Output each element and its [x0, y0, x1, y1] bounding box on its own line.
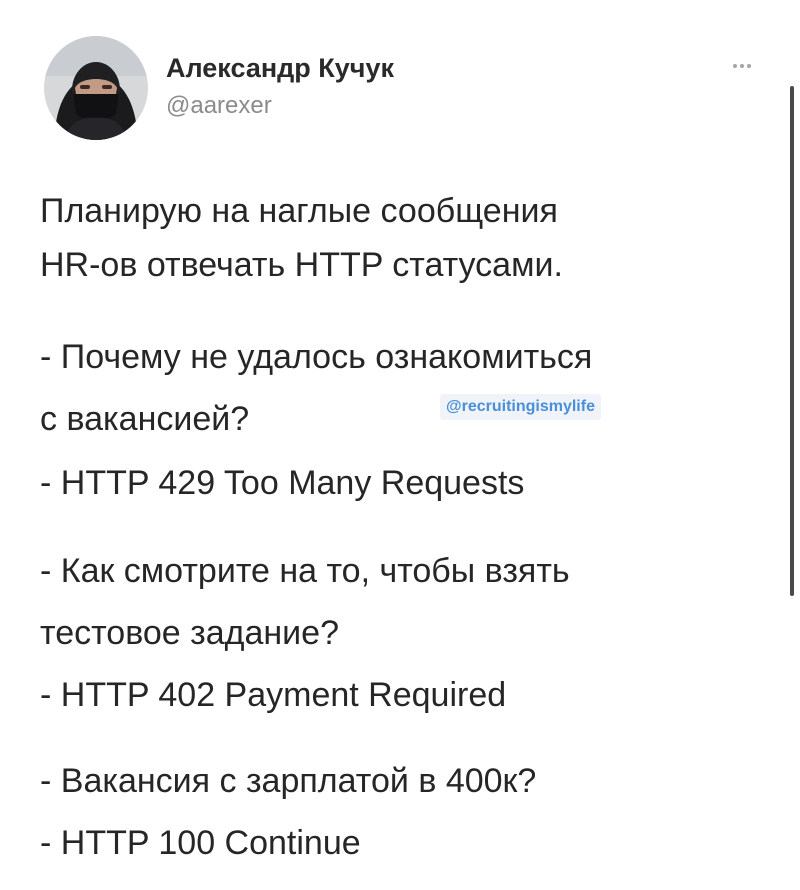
- tweet-line: - Вакансия с зарплатой в 400к?: [40, 762, 537, 800]
- scrollbar[interactable]: [790, 86, 794, 596]
- author-name[interactable]: Александр Кучук: [166, 52, 394, 84]
- more-dot-icon: [740, 64, 744, 68]
- avatar[interactable]: [44, 36, 148, 140]
- more-dot-icon: [733, 64, 737, 68]
- tweet-line: с вакансией?: [40, 400, 250, 438]
- tweet-line: - HTTP 100 Continue: [40, 824, 361, 862]
- tweet-line: тестовое задание?: [40, 614, 339, 652]
- tweet-line: - Как смотрите на то, чтобы взять: [40, 552, 570, 590]
- more-options-button[interactable]: [722, 54, 762, 78]
- tweet-line: Планирую на наглые сообщения: [40, 192, 558, 230]
- tweet-line: - Почему не удалось ознакомиться: [40, 338, 593, 376]
- tweet-line: - HTTP 402 Payment Required: [40, 676, 507, 714]
- tweet-line: - HTTP 429 Too Many Requests: [40, 464, 525, 502]
- author-handle[interactable]: @aarexer: [166, 91, 272, 121]
- tweet-line: HR-ов отвечать HTTP статусами.: [40, 246, 563, 284]
- more-dot-icon: [747, 64, 751, 68]
- avatar-image: [44, 36, 148, 140]
- watermark-tag: @recruitingismylife: [440, 394, 601, 420]
- tweet-screenshot: Александр Кучук @aarexer Планирую на наг…: [0, 0, 800, 890]
